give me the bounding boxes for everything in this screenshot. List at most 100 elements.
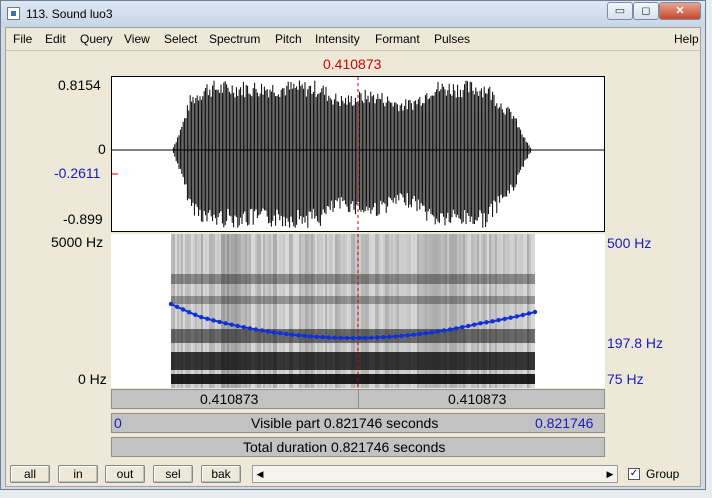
close-button[interactable]: ✕: [659, 2, 701, 20]
zoom-back-button[interactable]: bak: [201, 465, 241, 483]
minimize-button[interactable]: ▭: [607, 2, 633, 20]
pitch-point: [284, 331, 289, 337]
pitch-point: [168, 301, 174, 307]
scroll-right-icon[interactable]: ▶: [603, 466, 617, 482]
menu-help[interactable]: Help: [674, 32, 699, 46]
pitch-top-label: 500 Hz: [607, 235, 652, 251]
pitch-point: [508, 315, 513, 320]
pitch-point: [338, 335, 344, 341]
pitch-point: [223, 321, 228, 326]
pitch-point: [466, 323, 471, 329]
waveform-max-label: 0.8154: [58, 77, 101, 93]
pitch-point: [187, 310, 192, 315]
menu-bar: File Edit Query View Select Spectrum Pit…: [6, 28, 700, 51]
pitch-point: [235, 323, 240, 329]
spectrogram-bottom-freq-label: 0 Hz: [78, 371, 107, 387]
left-segment-time[interactable]: 0.410873: [200, 391, 258, 407]
zoom-selection-button[interactable]: sel: [153, 465, 193, 483]
menu-pulses[interactable]: Pulses: [434, 32, 470, 46]
app-icon: [7, 7, 20, 20]
pitch-point: [526, 311, 532, 316]
pitch-point: [435, 329, 441, 334]
menu-file[interactable]: File: [13, 32, 32, 46]
pitch-point: [496, 317, 501, 323]
total-duration-row[interactable]: Total duration 0.821746 seconds: [111, 437, 605, 457]
zoom-all-button[interactable]: all: [10, 465, 50, 483]
desktop-background: [706, 0, 712, 498]
menu-view[interactable]: View: [124, 32, 150, 46]
pitch-point: [381, 335, 386, 340]
menu-pitch[interactable]: Pitch: [275, 32, 302, 46]
title-bar[interactable]: 113. Sound luo3 ▭ ◻ ✕: [1, 1, 705, 27]
pitch-point: [399, 333, 404, 339]
pitch-point: [217, 319, 222, 325]
pitch-point: [320, 335, 325, 340]
pitch-point: [199, 315, 204, 320]
pitch-point: [429, 330, 435, 335]
pitch-point: [253, 327, 259, 332]
waveform-panel[interactable]: [111, 76, 605, 232]
zoom-out-button[interactable]: out: [105, 465, 145, 483]
pitch-point: [174, 304, 180, 309]
pitch-point: [478, 321, 483, 326]
scroll-left-icon[interactable]: ◀: [253, 466, 267, 482]
pitch-point: [484, 320, 489, 325]
pitch-point: [350, 335, 356, 341]
spectrogram-svg: [168, 234, 538, 388]
pitch-point: [241, 325, 246, 330]
window-title: 113. Sound luo3: [26, 7, 113, 21]
waveform-trace: [172, 80, 533, 228]
pitch-point: [441, 328, 447, 333]
pitch-point: [205, 316, 210, 321]
pitch-point: [344, 335, 350, 341]
pitch-point: [369, 335, 374, 340]
pitch-point: [332, 335, 337, 340]
menu-formant[interactable]: Formant: [375, 32, 420, 46]
pitch-point: [314, 334, 319, 339]
waveform-svg: [112, 77, 604, 231]
menu-spectrum[interactable]: Spectrum: [209, 32, 260, 46]
pitch-point: [356, 335, 362, 341]
menu-query[interactable]: Query: [80, 32, 113, 46]
pitch-point: [423, 331, 428, 336]
pitch-point: [193, 312, 198, 317]
pitch-point: [393, 334, 398, 339]
pitch-point: [387, 334, 392, 339]
pitch-point: [520, 312, 526, 318]
pitch-point: [247, 326, 253, 331]
menu-intensity[interactable]: Intensity: [315, 32, 360, 46]
right-segment-time[interactable]: 0.410873: [448, 391, 506, 407]
pitch-point: [514, 314, 519, 319]
cursor-time-row[interactable]: 0.410873 0.410873: [111, 389, 605, 409]
maximize-button[interactable]: ◻: [633, 2, 659, 20]
pitch-cursor-label: 197.8 Hz: [607, 335, 664, 351]
pitch-point: [302, 333, 307, 339]
editor-client-area: File Edit Query View Select Spectrum Pit…: [5, 27, 701, 487]
waveform-cursor-value-label: -0.2611: [54, 165, 101, 181]
pitch-point: [259, 328, 265, 333]
horizontal-scrollbar[interactable]: ◀ ▶: [252, 465, 618, 483]
menu-select[interactable]: Select: [164, 32, 197, 46]
pitch-point: [447, 327, 453, 332]
pitch-point: [290, 332, 295, 337]
pitch-point: [502, 316, 507, 322]
zoom-in-button[interactable]: in: [58, 465, 98, 483]
menu-edit[interactable]: Edit: [45, 32, 66, 46]
pitch-point: [229, 322, 234, 327]
visible-start-time: 0: [114, 415, 122, 431]
group-label: Group: [646, 467, 680, 481]
pitch-point: [472, 322, 477, 327]
bottom-control-bar: all in out sel bak ◀ ▶ ✓ Group: [6, 462, 700, 486]
group-checkbox[interactable]: ✓: [628, 468, 640, 480]
visible-part-row[interactable]: 0 Visible part 0.821746 seconds 0.821746: [111, 413, 605, 433]
waveform-zero-label: 0: [98, 141, 106, 157]
visible-part-label: Visible part 0.821746 seconds: [251, 415, 439, 431]
pitch-point: [326, 335, 331, 340]
spectrogram-panel[interactable]: [111, 234, 605, 388]
pitch-point: [417, 331, 422, 337]
time-row-divider: [358, 390, 359, 408]
waveform-min-label: -0.899: [63, 211, 103, 227]
pitch-point: [532, 309, 538, 315]
pitch-point: [308, 334, 313, 339]
pitch-point: [211, 318, 216, 323]
